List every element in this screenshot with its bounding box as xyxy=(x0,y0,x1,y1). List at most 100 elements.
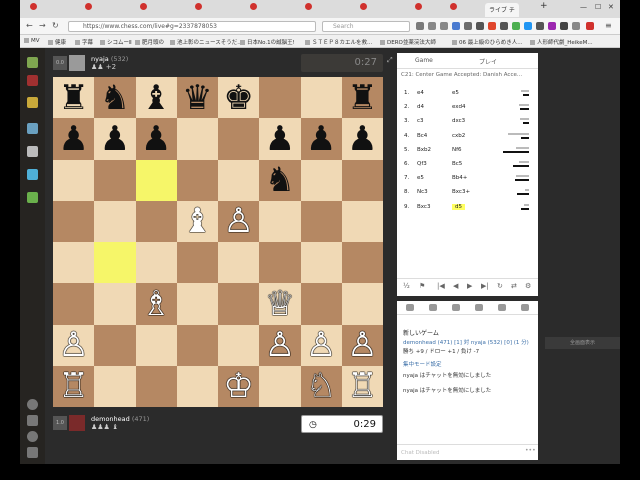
extension-icon[interactable] xyxy=(452,22,460,30)
square-e7[interactable] xyxy=(218,118,260,160)
white-move[interactable]: c3 xyxy=(417,118,424,124)
piece-f7[interactable]: ♟ xyxy=(265,122,295,156)
flip-icon[interactable]: ↻ xyxy=(497,282,503,290)
half-move-icon[interactable]: ½ xyxy=(403,282,410,290)
square-a2[interactable]: ♙ xyxy=(53,324,95,366)
piece-a8[interactable]: ♜ xyxy=(58,81,88,115)
help-icon[interactable] xyxy=(27,399,38,410)
shield-icon[interactable] xyxy=(476,22,484,30)
piece-c3[interactable]: ♗ xyxy=(141,287,171,321)
forward-icon[interactable]: → xyxy=(39,21,46,31)
square-h8[interactable]: ♜ xyxy=(341,77,383,119)
tab-item[interactable] xyxy=(140,3,149,17)
chat-icon[interactable] xyxy=(27,146,38,157)
white-move[interactable]: Qf3 xyxy=(417,161,427,167)
white-move[interactable]: Bc4 xyxy=(417,133,427,139)
tab-item[interactable] xyxy=(415,3,424,17)
piece-b7[interactable]: ♟ xyxy=(100,122,130,156)
square-d2[interactable] xyxy=(176,324,218,366)
bookmark-item[interactable]: 肥月頭の xyxy=(135,38,164,46)
logout-icon[interactable] xyxy=(27,415,38,426)
square-f5[interactable] xyxy=(259,200,301,242)
square-c8[interactable]: ♝ xyxy=(135,77,177,119)
reader-icon[interactable] xyxy=(416,22,424,30)
bookmark-item[interactable]: 06 最上級のひらめき人... xyxy=(452,38,523,46)
white-move[interactable]: e4 xyxy=(417,90,424,96)
player-name[interactable]: nyaja (532) xyxy=(91,55,128,63)
piece-h7[interactable]: ♟ xyxy=(347,122,377,156)
square-h7[interactable]: ♟ xyxy=(341,118,383,160)
square-d1[interactable] xyxy=(176,365,218,407)
more-icon[interactable] xyxy=(27,192,38,203)
extension-icon[interactable] xyxy=(586,22,594,30)
users-icon[interactable] xyxy=(452,304,460,311)
tab-item[interactable] xyxy=(305,3,314,17)
white-move[interactable]: e5 xyxy=(417,175,424,181)
prev-move-icon[interactable]: ◀ xyxy=(453,282,458,290)
tab-item[interactable] xyxy=(195,3,204,17)
more-icon[interactable]: ••• xyxy=(525,447,536,454)
tab-item[interactable] xyxy=(450,3,459,17)
square-a6[interactable] xyxy=(53,159,95,201)
square-b5[interactable] xyxy=(94,200,136,242)
piece-h8[interactable]: ♜ xyxy=(347,81,377,115)
square-g2[interactable]: ♙ xyxy=(300,324,342,366)
square-h1[interactable]: ♖ xyxy=(341,365,383,407)
square-a7[interactable]: ♟ xyxy=(53,118,95,160)
square-c3[interactable]: ♗ xyxy=(135,283,177,325)
tab-item[interactable] xyxy=(360,3,369,17)
notification-icon[interactable] xyxy=(27,75,38,86)
tab-active[interactable]: ライブ チ xyxy=(485,3,519,17)
black-move[interactable]: exd4 xyxy=(452,104,466,110)
flag-icon[interactable]: ⚑ xyxy=(419,282,425,290)
square-g6[interactable] xyxy=(300,159,342,201)
square-d5[interactable]: ♝ xyxy=(176,200,218,242)
square-a8[interactable]: ♜ xyxy=(53,77,95,119)
tab-item[interactable] xyxy=(250,3,259,17)
reload-icon[interactable]: ↻ xyxy=(52,21,59,31)
square-b4[interactable] xyxy=(94,242,136,284)
square-b6[interactable] xyxy=(94,159,136,201)
black-move[interactable]: Bb4+ xyxy=(452,175,467,181)
square-f2[interactable]: ♙ xyxy=(259,324,301,366)
square-b2[interactable] xyxy=(94,324,136,366)
url-input[interactable]: https://www.chess.com/live#g=2337878053 xyxy=(68,21,316,32)
square-f6[interactable]: ♞ xyxy=(259,159,301,201)
piece-e1[interactable]: ♔ xyxy=(223,369,253,403)
chess-logo-icon[interactable] xyxy=(27,57,38,68)
bookmark-item[interactable]: 池上彰のニュースそうだ... xyxy=(170,38,242,46)
square-f8[interactable] xyxy=(259,77,301,119)
chat-input[interactable]: Chat Disabled xyxy=(397,444,538,460)
fullscreen-button[interactable]: 全画面表示 xyxy=(545,337,620,349)
square-c1[interactable] xyxy=(135,365,177,407)
square-c5[interactable] xyxy=(135,200,177,242)
square-g1[interactable]: ♘ xyxy=(300,365,342,407)
piece-h1[interactable]: ♖ xyxy=(347,369,377,403)
square-e6[interactable] xyxy=(218,159,260,201)
extension-icon[interactable] xyxy=(488,22,496,30)
expand-icon[interactable]: ⤢ xyxy=(387,56,393,65)
square-c4[interactable] xyxy=(135,242,177,284)
trophy-icon[interactable] xyxy=(498,304,506,311)
bookmark-item[interactable]: 字幕 xyxy=(75,38,93,46)
square-e5[interactable]: ♙ xyxy=(218,200,260,242)
square-a5[interactable] xyxy=(53,200,95,242)
square-a3[interactable] xyxy=(53,283,95,325)
player-name[interactable]: demonhead (471) xyxy=(91,415,149,423)
square-d6[interactable] xyxy=(176,159,218,201)
tab-game[interactable]: Game xyxy=(415,57,433,64)
black-move[interactable]: dxc3 xyxy=(452,118,465,124)
square-e2[interactable] xyxy=(218,324,260,366)
square-g7[interactable]: ♟ xyxy=(300,118,342,160)
bookmark-item[interactable]: DERO並薬浣法大師 xyxy=(380,38,436,46)
piece-d5[interactable]: ♝ xyxy=(182,204,212,238)
back-icon[interactable]: ← xyxy=(26,21,33,31)
piece-a7[interactable]: ♟ xyxy=(58,122,88,156)
last-move-icon[interactable]: ▶| xyxy=(481,282,489,290)
square-g3[interactable] xyxy=(300,283,342,325)
black-move[interactable]: Bc5 xyxy=(452,161,462,167)
extension-icon[interactable] xyxy=(536,22,544,30)
extension-icon[interactable] xyxy=(512,22,520,30)
black-move[interactable]: d5 xyxy=(452,203,465,210)
bookmark-icon[interactable] xyxy=(428,22,436,30)
